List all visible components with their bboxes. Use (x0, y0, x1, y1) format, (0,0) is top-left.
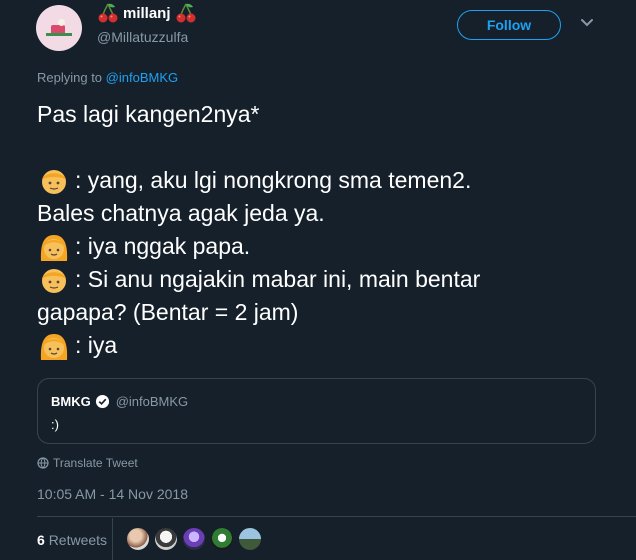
tweet-line-text: : Si anu ngajakin mabar ini, main bentar (75, 266, 481, 292)
verified-icon (95, 394, 109, 409)
cherry-icon (98, 3, 118, 23)
boy-emoji (42, 169, 66, 194)
reply-mention-link[interactable]: @infoBMKG (106, 70, 178, 85)
quoted-tweet-handle: @infoBMKG (115, 394, 189, 409)
chevron-down-icon[interactable] (580, 18, 594, 28)
tweet-line: gapapa? (Bentar = 2 jam) (37, 296, 617, 329)
retweets-label: Retweets (48, 532, 108, 548)
globe-icon (37, 457, 49, 469)
retweeter-avatar-3[interactable] (182, 527, 206, 551)
quoted-tweet-header: BMKG @infoBMKG (51, 394, 188, 409)
follow-button[interactable]: Follow (457, 10, 561, 40)
retweeter-avatars (126, 527, 262, 551)
quoted-tweet-text: :) (51, 417, 59, 432)
retweeter-avatar-4[interactable] (210, 527, 234, 551)
tweet-line-text: Pas lagi kangen2nya* (37, 101, 260, 127)
tweet-line-text: : iya nggak papa. (75, 233, 251, 259)
retweeter-avatar-2[interactable] (154, 527, 178, 551)
girl-emoji (40, 333, 68, 360)
tweet-line: Bales chatnya agak jeda ya. (37, 197, 617, 230)
display-name-row[interactable]: millanj (97, 2, 197, 24)
tweet-line (37, 131, 617, 164)
boy-emoji (42, 268, 66, 293)
divider (37, 516, 636, 517)
quoted-tweet-name: BMKG (51, 394, 91, 409)
tweet-line-text: : yang, aku lgi nongkrong sma temen2. (75, 167, 472, 193)
retweeter-avatar-5[interactable] (238, 527, 262, 551)
replying-to-label: Replying to (37, 70, 103, 85)
tweet-timestamp[interactable]: 10:05 AM - 14 Nov 2018 (37, 486, 188, 502)
retweets-stat[interactable]: 6 Retweets (37, 532, 107, 548)
tweet-line: Pas lagi kangen2nya* (37, 98, 617, 131)
quoted-tweet[interactable]: BMKG @infoBMKG :) (37, 378, 596, 444)
retweeter-avatar-1[interactable] (126, 527, 150, 551)
stats-separator (112, 518, 113, 560)
cherry-icon (176, 3, 196, 23)
translate-label[interactable]: Translate Tweet (53, 456, 138, 470)
tweet-text: Pas lagi kangen2nya* : yang, aku lgi non… (37, 98, 617, 362)
retweets-count: 6 (37, 532, 45, 548)
tweet-line-text: Bales chatnya agak jeda ya. (37, 200, 325, 226)
display-name[interactable]: millanj (123, 5, 171, 22)
tweet-line: : yang, aku lgi nongkrong sma temen2. (37, 164, 617, 197)
girl-emoji (40, 234, 68, 261)
tweet-line-text: : iya (75, 332, 118, 358)
tweet-line: : Si anu ngajakin mabar ini, main bentar (37, 263, 617, 296)
tweet-line: : iya nggak papa. (37, 230, 617, 263)
tweet-line-text: gapapa? (Bentar = 2 jam) (37, 299, 299, 325)
replying-to: Replying to @infoBMKG (37, 70, 178, 85)
tweet-line: : iya (37, 329, 617, 362)
user-handle[interactable]: @Millatuzzulfa (97, 29, 188, 45)
profile-avatar[interactable] (36, 5, 82, 51)
translate-tweet-link[interactable]: Translate Tweet (37, 456, 138, 470)
